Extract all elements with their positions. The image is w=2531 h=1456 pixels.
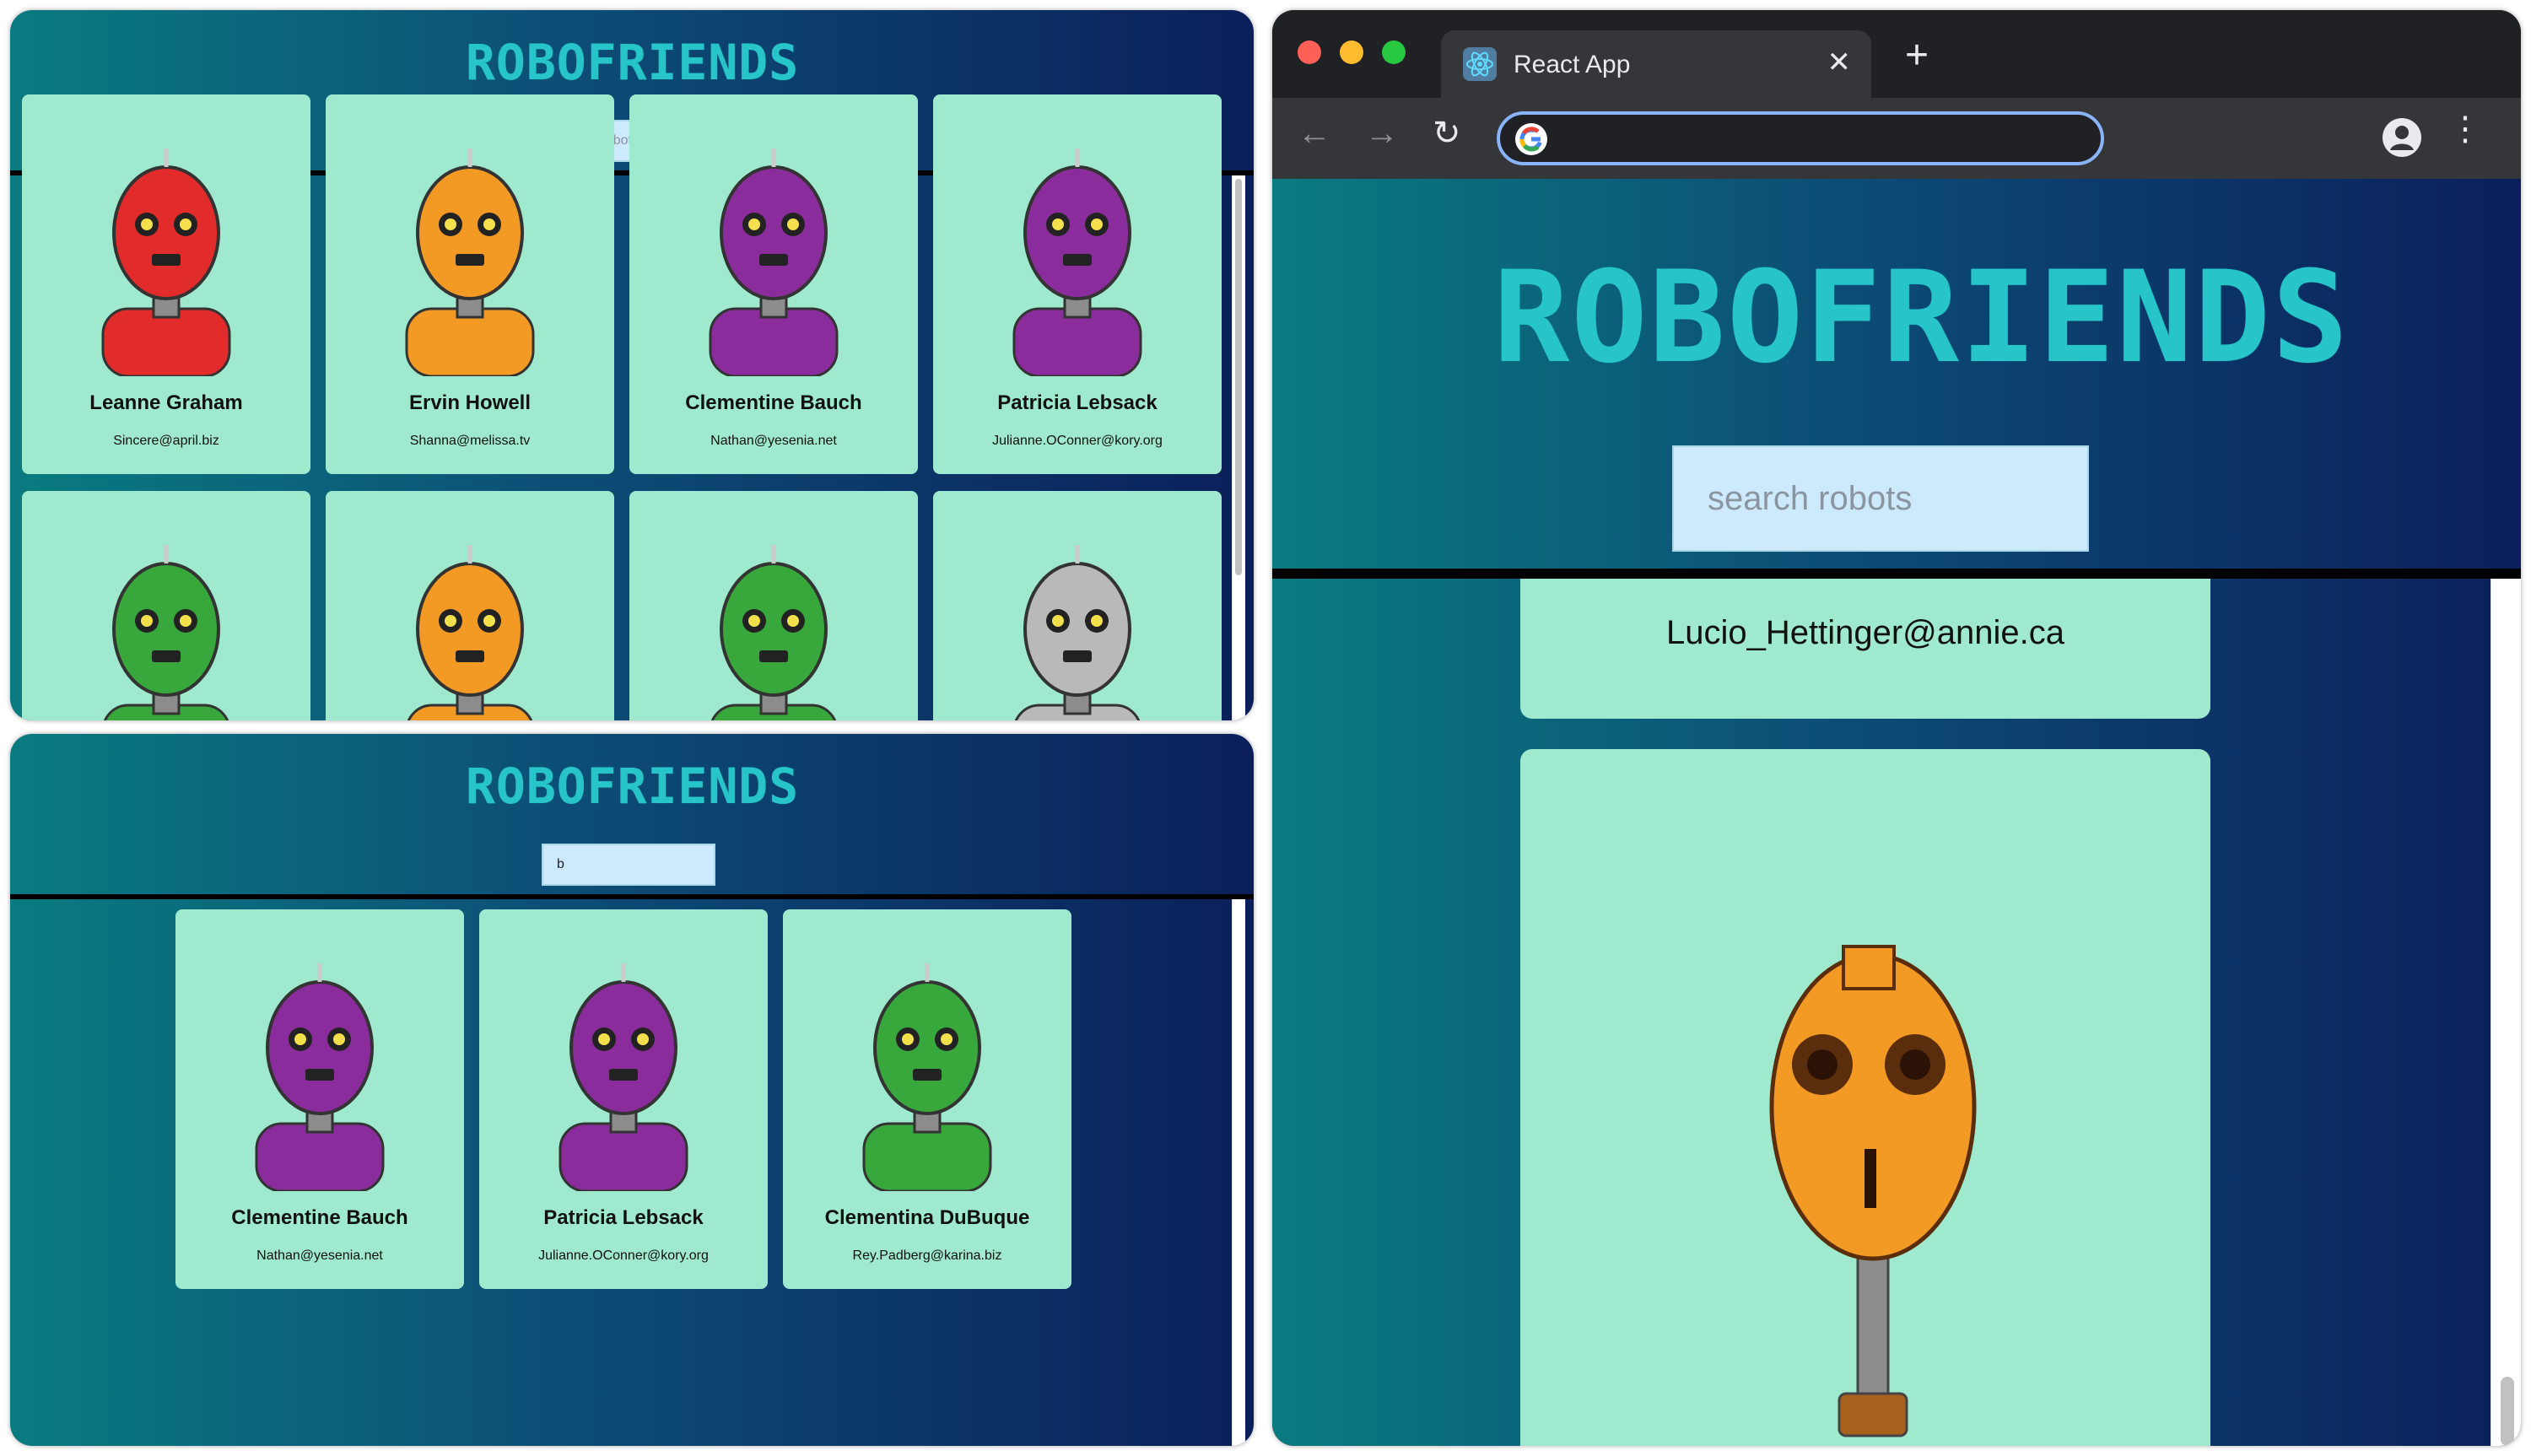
scrollbar-thumb[interactable] — [1235, 179, 1242, 575]
app-logo: ROBOFRIENDS — [1493, 245, 2350, 391]
minimize-window-button[interactable] — [1340, 40, 1363, 64]
forward-icon[interactable]: → — [1365, 116, 1399, 150]
robot-avatar-icon — [405, 148, 535, 376]
react-icon — [1463, 47, 1497, 81]
robot-card[interactable] — [1520, 749, 2210, 1446]
search-input[interactable] — [542, 844, 715, 886]
robot-card[interactable] — [629, 491, 918, 720]
robot-name: Ervin Howell — [408, 391, 532, 414]
robot-avatar-icon — [559, 963, 688, 1191]
robot-email: Julianne.OConner@kory.org — [538, 1248, 709, 1263]
robot-avatar-icon — [1769, 945, 1977, 1437]
new-tab-icon[interactable]: + — [1905, 35, 1929, 76]
robot-card[interactable]: Ervin Howell Shanna@melissa.tv — [326, 94, 614, 474]
robot-card[interactable] — [933, 491, 1222, 720]
robot-avatar-icon — [255, 963, 385, 1191]
robot-avatar-icon — [103, 545, 229, 720]
robot-name: Leanne Graham — [89, 391, 243, 414]
robot-card[interactable]: Patricia Lebsack Julianne.OConner@kory.o… — [479, 909, 768, 1289]
robot-email: Julianne.OConner@kory.org — [992, 434, 1163, 448]
robot-avatar-icon — [1014, 545, 1141, 720]
robot-avatar-icon — [101, 148, 231, 376]
robot-avatar-icon — [710, 545, 837, 720]
browser-titlebar: React App ✕ + — [1272, 10, 2521, 98]
close-window-button[interactable] — [1298, 40, 1321, 64]
robot-card[interactable]: Clementine Bauch Nathan@yesenia.net — [175, 909, 464, 1289]
robot-email: Shanna@melissa.tv — [409, 434, 531, 448]
robot-name: Clementine Bauch — [685, 391, 862, 414]
robofriends-window-full: ROBOFRIENDS Leanne Graham Sincere@april.… — [10, 10, 1254, 720]
zoom-window-button[interactable] — [1382, 40, 1406, 64]
tab-title: React App — [1514, 51, 1631, 78]
google-icon — [1515, 123, 1547, 155]
robot-name: Clementina DuBuque — [824, 1206, 1030, 1229]
browser-toolbar: ← → ↻ ⋮ — [1272, 98, 2521, 179]
header-divider — [1272, 569, 2521, 579]
header-divider — [10, 894, 1254, 899]
robot-card[interactable]: Leanne Graham Sincere@april.biz — [22, 94, 310, 474]
back-icon[interactable]: ← — [1298, 116, 1331, 150]
robot-avatar-icon — [1012, 148, 1142, 376]
robot-avatar-icon — [709, 148, 839, 376]
robot-card[interactable]: Clementine Bauch Nathan@yesenia.net — [629, 94, 918, 474]
robot-card[interactable]: Lucio_Hettinger@annie.ca — [1520, 579, 2210, 719]
robot-avatar-icon — [862, 963, 992, 1191]
page-viewport: ROBOFRIENDS Lucio_Hettinger@annie.ca — [1272, 179, 2521, 1446]
robot-card[interactable]: Patricia Lebsack Julianne.OConner@kory.o… — [933, 94, 1222, 474]
robot-name: Clementine Bauch — [231, 1206, 408, 1229]
scrollbar[interactable] — [2491, 579, 2521, 1446]
app-logo: ROBOFRIENDS — [466, 34, 800, 91]
robot-email: Sincere@april.biz — [113, 434, 219, 448]
more-options-icon[interactable]: ⋮ — [2448, 110, 2482, 148]
robot-email: Rey.Padberg@karina.biz — [852, 1248, 1002, 1263]
robot-email: Nathan@yesenia.net — [256, 1248, 383, 1263]
profile-avatar-icon[interactable] — [2383, 118, 2421, 157]
robofriends-window-filtered: ROBOFRIENDS Clementine Bauch Nathan@yese… — [10, 734, 1254, 1446]
app-logo: ROBOFRIENDS — [466, 758, 800, 815]
search-input[interactable] — [1672, 445, 2089, 552]
robot-card[interactable] — [22, 491, 310, 720]
scrollbar[interactable] — [1232, 899, 1245, 1446]
address-bar[interactable] — [1497, 111, 2104, 165]
robot-avatar-icon — [407, 545, 533, 720]
tab-react-app[interactable]: React App ✕ — [1441, 30, 1871, 98]
reload-icon[interactable]: ↻ — [1433, 116, 1461, 150]
robot-card[interactable] — [326, 491, 614, 720]
close-tab-icon[interactable]: ✕ — [1827, 46, 1852, 79]
robot-name: Patricia Lebsack — [997, 391, 1158, 414]
robot-card[interactable]: Clementina DuBuque Rey.Padberg@karina.bi… — [783, 909, 1071, 1289]
scrollbar-thumb[interactable] — [2501, 1377, 2514, 1446]
browser-window: React App ✕ + ← → ↻ ⋮ ROBOFRIENDS search… — [1272, 10, 2521, 1446]
robot-email: Lucio_Hettinger@annie.ca — [1665, 614, 2064, 651]
robot-name: Patricia Lebsack — [543, 1206, 704, 1229]
robot-email: Nathan@yesenia.net — [710, 434, 837, 448]
